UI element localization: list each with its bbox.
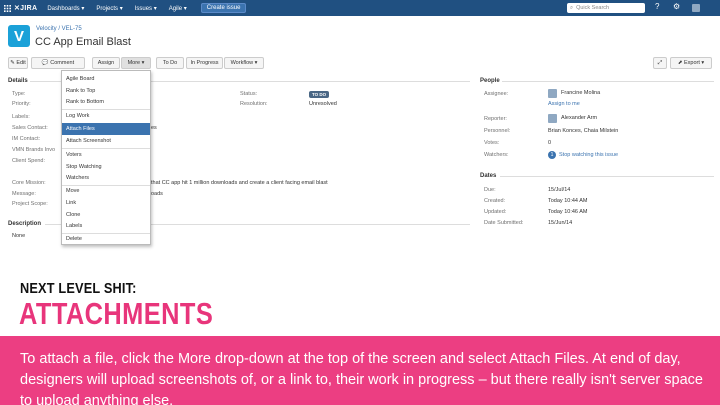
reporter-value[interactable]: Alexander Arm <box>561 115 597 121</box>
description-value: None <box>12 233 26 239</box>
date-submitted-value: 15/Jun/14 <box>548 220 573 226</box>
personnel-value: Brian Konces, Chaia Milstein <box>548 128 619 134</box>
stop-watching-link[interactable]: Stop watching this issue <box>559 152 618 158</box>
due-value: 15/Jul/14 <box>548 187 571 193</box>
watchers-label: Watchers: <box>484 152 509 158</box>
slide-heading: ATTACHMENTS <box>19 296 214 331</box>
updated-value: Today 10:46 AM <box>548 209 588 215</box>
updated-label: Updated: <box>484 209 507 215</box>
assignee-avatar <box>548 89 557 98</box>
assign-button[interactable]: Assign <box>92 57 120 69</box>
reporter-avatar <box>548 114 557 123</box>
message-label: Message: <box>12 191 36 197</box>
quick-search-placeholder: Quick Search <box>576 5 610 11</box>
menu-item-move[interactable]: Move <box>62 185 150 197</box>
more-dropdown-button[interactable]: More ▾ <box>121 57 151 69</box>
create-issue-button[interactable]: Create issue <box>200 3 247 13</box>
status-badge: TO DO <box>309 91 330 98</box>
jira-logo[interactable]: ✕JIRA <box>14 4 37 12</box>
vmn-brands-label: VMN Brands Invo <box>12 147 56 153</box>
menu-item-link[interactable]: Link <box>62 197 150 209</box>
project-scope-label: Project Scope: <box>12 201 48 207</box>
app-switcher-icon[interactable] <box>0 0 14 16</box>
workflow-button[interactable]: Workflow ▾ <box>224 57 264 69</box>
created-label: Created: <box>484 198 506 204</box>
description-heading: Description <box>8 221 42 227</box>
menu-item-log-work[interactable]: Log Work <box>62 110 150 122</box>
dates-divider <box>500 176 714 177</box>
sales-contact-value: es <box>151 125 157 131</box>
votes-value[interactable]: 0 <box>548 140 551 146</box>
assign-to-me-link[interactable]: Assign to me <box>548 101 580 107</box>
created-value: Today 10:44 AM <box>548 198 588 204</box>
slide-kicker: NEXT LEVEL SHIT: <box>20 280 137 297</box>
menu-item-attach-screenshot[interactable]: Attach Screenshot <box>62 135 150 147</box>
quick-search-input[interactable]: ⌕ Quick Search <box>567 3 645 13</box>
watchers-count-badge: 1 <box>548 151 556 159</box>
due-label: Due: <box>484 187 496 193</box>
breadcrumb[interactable]: Velocity / VEL-75 <box>36 26 82 32</box>
search-icon: ⌕ <box>570 4 574 11</box>
top-nav-bar: ✕JIRA Dashboards ▾ Projects ▾ Issues ▾ A… <box>0 0 720 16</box>
menu-item-delete[interactable]: Delete <box>62 233 150 245</box>
export-button[interactable]: ⬈ Export ▾ <box>670 57 712 69</box>
message-value: oads <box>151 191 163 197</box>
core-mission-value: that CC app hit 1 million downloads and … <box>151 180 328 186</box>
date-submitted-label: Date Submitted: <box>484 220 524 226</box>
core-mission-label: Core Mission: <box>12 180 46 186</box>
menu-item-attach-files[interactable]: Attach Files <box>62 123 150 135</box>
nav-dashboards[interactable]: Dashboards ▾ <box>47 5 84 12</box>
comment-button[interactable]: 💬 Comment <box>31 57 85 69</box>
people-heading: People <box>480 78 500 84</box>
more-dropdown-menu: Agile Board Rank to Top Rank to Bottom L… <box>61 70 151 245</box>
menu-item-labels[interactable]: Labels <box>62 220 150 232</box>
menu-item-agile-board[interactable]: Agile Board <box>62 73 150 85</box>
people-divider <box>502 81 714 82</box>
resolution-label: Resolution: <box>240 101 268 107</box>
in-progress-button[interactable]: In Progress <box>186 57 223 69</box>
issue-toolbar: ✎ Edit 💬 Comment Assign More ▾ To Do In … <box>0 57 720 70</box>
edit-button[interactable]: ✎ Edit <box>8 57 28 69</box>
type-label: Type: <box>12 91 26 97</box>
dates-heading: Dates <box>480 173 497 179</box>
votes-label: Votes: <box>484 140 500 146</box>
assignee-label: Assignee: <box>484 91 509 97</box>
page-title: CC App Email Blast <box>35 36 131 48</box>
nav-issues[interactable]: Issues ▾ <box>135 5 157 12</box>
project-logo[interactable]: V <box>8 25 30 47</box>
details-heading: Details <box>8 78 28 84</box>
client-spend-label: Client Spend: <box>12 158 46 164</box>
sales-contact-label: Sales Contact: <box>12 125 48 131</box>
caption-band: To attach a file, click the More drop-do… <box>0 336 720 405</box>
reporter-label: Reporter: <box>484 116 507 122</box>
resolution-value: Unresolved <box>309 101 337 107</box>
im-contact-label: IM Contact: <box>12 136 41 142</box>
status-label: Status: <box>240 91 258 97</box>
help-icon[interactable]: ? <box>655 2 659 11</box>
personnel-label: Personnel: <box>484 128 511 134</box>
menu-item-voters[interactable]: Voters <box>62 149 150 161</box>
share-icon[interactable]: ⤢ <box>653 57 667 69</box>
menu-item-watchers[interactable]: Watchers <box>62 172 150 184</box>
gear-icon[interactable]: ⚙ <box>673 2 680 11</box>
user-avatar[interactable] <box>692 4 700 12</box>
nav-agile[interactable]: Agile ▾ <box>169 5 187 12</box>
nav-projects[interactable]: Projects ▾ <box>96 5 122 12</box>
assignee-value[interactable]: Francine Molina <box>561 90 600 96</box>
menu-item-rank-to-bottom[interactable]: Rank to Bottom <box>62 96 150 108</box>
labels-label: Labels: <box>12 114 30 120</box>
caption-text: To attach a file, click the More drop-do… <box>20 351 703 405</box>
priority-label: Priority: <box>12 101 31 107</box>
todo-button[interactable]: To Do <box>156 57 184 69</box>
